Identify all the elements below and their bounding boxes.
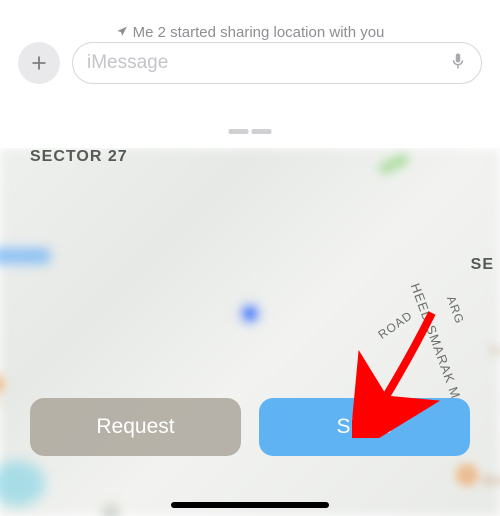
poi-transit-icon: 🚌: [100, 500, 122, 516]
share-button[interactable]: Share: [259, 398, 470, 456]
message-input-container[interactable]: [72, 42, 482, 84]
request-button[interactable]: Request: [30, 398, 241, 456]
message-input-row: [0, 42, 500, 84]
poi-label: Mc: [0, 393, 1, 409]
status-text-content: Me 2 started sharing location with you: [133, 24, 385, 41]
microphone-icon[interactable]: [449, 49, 467, 78]
map-app-panel[interactable]: 🍴 🚌 🍴 Mc Bistro Publ SECTOR 27 ROAD ARG …: [0, 148, 500, 516]
add-button[interactable]: [18, 42, 60, 84]
message-input[interactable]: [87, 52, 449, 74]
share-button-label: Share: [336, 415, 392, 439]
poi-restaurant-icon: 🍴: [0, 373, 4, 395]
app-drawer-grabber[interactable]: [229, 129, 272, 134]
map-sector-label: SECTOR 27: [30, 148, 128, 166]
messages-header: Me 2 started sharing location with you: [0, 0, 500, 148]
home-indicator[interactable]: [171, 502, 329, 508]
map-sector-label: SE: [471, 256, 494, 274]
location-arrow-icon: [116, 25, 129, 41]
poi-label: Publ: [490, 343, 500, 359]
poi-restaurant-icon: 🍴: [456, 464, 478, 486]
location-sharing-status: Me 2 started sharing location with you: [116, 24, 385, 41]
request-button-label: Request: [96, 415, 174, 439]
poi-label: Bistro: [482, 472, 500, 488]
location-action-row: Request Share: [30, 398, 470, 456]
